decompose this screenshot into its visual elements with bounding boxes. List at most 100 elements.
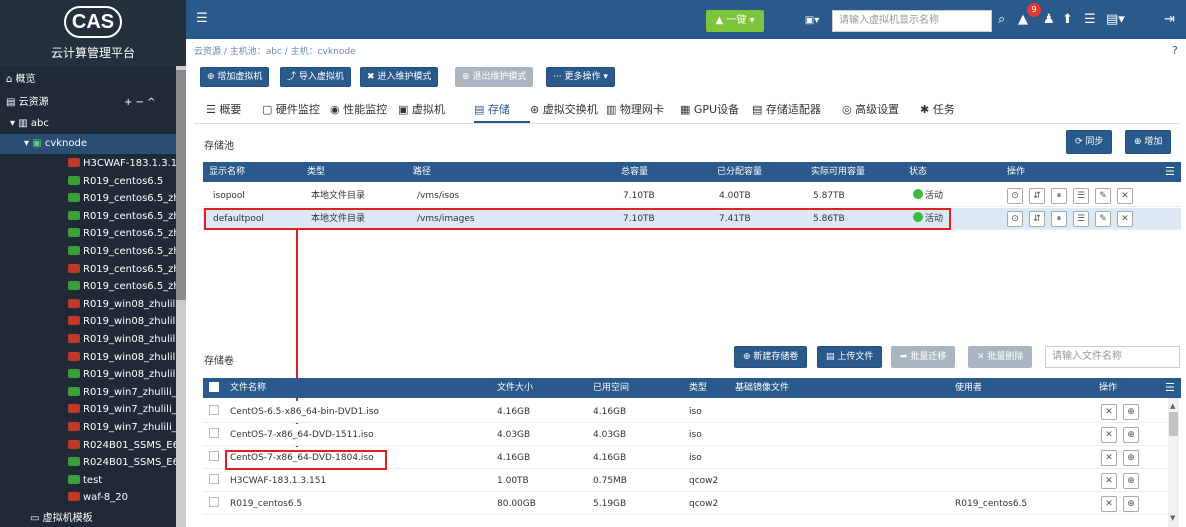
tab-list[interactable]: ☰ 概要 bbox=[206, 100, 241, 120]
migrate-icon[interactable]: ⇵ bbox=[1029, 211, 1045, 227]
col-total[interactable]: 总容量 bbox=[621, 162, 648, 182]
user-icon[interactable]: ♟ bbox=[1043, 10, 1055, 30]
sidebar-item-cloud-resources[interactable]: ▤ 云资源 + − ^ bbox=[0, 93, 176, 113]
sidebar-vm-item[interactable]: R019_win08_zhulili_1 bbox=[68, 313, 176, 330]
sidebar-vm-item[interactable]: R019_win08_zhulili_1 bbox=[68, 331, 176, 348]
row-checkbox[interactable] bbox=[209, 470, 219, 492]
download-icon[interactable]: ⊕ bbox=[1123, 473, 1139, 489]
tab-adapter[interactable]: ▤ 存储适配器 bbox=[752, 100, 821, 120]
volume-scroll-thumb[interactable] bbox=[1169, 412, 1178, 436]
column-menu-icon[interactable]: ☰ bbox=[1165, 162, 1175, 182]
sidebar-vm-item[interactable]: R019_win7_zhulili_10 bbox=[68, 401, 176, 418]
sidebar-vm-item[interactable]: R019_win08_zhulili_1 bbox=[68, 349, 176, 366]
enter-maintenance-button[interactable]: ✖ 进入维护模式 bbox=[360, 67, 439, 87]
list-icon[interactable]: ☰ bbox=[1084, 10, 1096, 30]
col-file-size[interactable]: 文件大小 bbox=[497, 378, 533, 398]
pause-icon[interactable]: ⏸ bbox=[1051, 211, 1067, 227]
migrate-icon[interactable]: ⇵ bbox=[1029, 188, 1045, 204]
tab-monitor[interactable]: ▢ 硬件监控 bbox=[262, 100, 320, 120]
delete-icon[interactable]: ✕ bbox=[1101, 496, 1117, 512]
column-menu-icon[interactable]: ☰ bbox=[1165, 378, 1175, 398]
pause-icon[interactable]: ⏸ bbox=[1051, 188, 1067, 204]
exit-maintenance-button[interactable]: ⊗ 退出维护模式 bbox=[455, 67, 534, 87]
scroll-up-icon[interactable]: ▲ bbox=[1170, 402, 1175, 410]
start-icon[interactable]: ⊙ bbox=[1007, 211, 1023, 227]
alert-icon[interactable]: ▲ bbox=[1018, 10, 1028, 30]
scroll-down-icon[interactable]: ▼ bbox=[1170, 514, 1175, 522]
sidebar-actions[interactable]: + − ^ bbox=[124, 93, 156, 113]
breadcrumb[interactable]: 云资源 / 主机池：abc / 主机：cvknode bbox=[194, 44, 356, 57]
sidebar-item-vm-templates[interactable]: ▭ 虚拟机模板 bbox=[0, 509, 176, 527]
batch-delete-button[interactable]: ✕ 批量删除 bbox=[968, 346, 1033, 368]
one-click-button[interactable]: ▲ 一键 ▾ bbox=[706, 10, 764, 32]
tab-switch[interactable]: ⊛ 虚拟交换机 bbox=[530, 100, 598, 120]
delete-icon[interactable]: ✕ bbox=[1101, 450, 1117, 466]
sidebar-vm-item[interactable]: R019_centos6.5_zhuli bbox=[68, 261, 176, 278]
row-checkbox[interactable] bbox=[209, 424, 219, 446]
upload-file-button[interactable]: ▤ 上传文件 bbox=[817, 346, 883, 368]
col-vol-type[interactable]: 类型 bbox=[689, 378, 707, 398]
tab-storage[interactable]: ▤ 存储 bbox=[474, 100, 510, 120]
sidebar-vm-item[interactable]: R019_centos6.5_zhuli bbox=[68, 278, 176, 295]
sidebar-vm-item[interactable]: R019_win7_zhulili_10 bbox=[68, 384, 176, 401]
table-row[interactable]: R019_centos6.5 80.00GB 5.19GB qcow2 R019_cen… bbox=[203, 493, 1167, 515]
edit-icon[interactable]: ✎ bbox=[1095, 188, 1111, 204]
download-icon[interactable]: ⊕ bbox=[1123, 427, 1139, 443]
expand-icon[interactable]: ▾ bbox=[10, 118, 18, 129]
sidebar-vm-item[interactable]: R019_win7_zhulili_10 bbox=[68, 419, 176, 436]
list-icon[interactable]: ☰ bbox=[1073, 188, 1089, 204]
sidebar-vm-item[interactable]: R019_centos6.5_zhuli bbox=[68, 225, 176, 242]
col-file-name[interactable]: 文件名称 bbox=[230, 378, 266, 398]
col-status[interactable]: 状态 bbox=[909, 162, 927, 182]
col-user[interactable]: 使用者 bbox=[955, 378, 982, 398]
add-vm-button[interactable]: ⊕ 增加虚拟机 bbox=[200, 67, 270, 87]
row-checkbox[interactable] bbox=[209, 401, 219, 423]
row-checkbox[interactable] bbox=[209, 493, 219, 515]
col-path[interactable]: 路径 bbox=[413, 162, 431, 182]
edit-icon[interactable]: ✎ bbox=[1095, 211, 1111, 227]
download-icon[interactable]: ⊕ bbox=[1123, 404, 1139, 420]
sidebar-vm-item[interactable]: R019_win08_zhulili_1 bbox=[68, 366, 176, 383]
select-all-checkbox[interactable] bbox=[209, 379, 219, 399]
table-row[interactable]: H3CWAF-183.1.3.151 1.00TB 0.75MB qcow2 ✕ ⊕ bbox=[203, 470, 1167, 492]
expand-icon[interactable]: ▾ bbox=[24, 138, 32, 149]
tab-task[interactable]: ✱ 任务 bbox=[920, 100, 955, 120]
sidebar-vm-item[interactable]: R019_centos6.5 bbox=[68, 173, 176, 190]
file-name-search-input[interactable]: 请输入文件名称 bbox=[1045, 346, 1180, 368]
table-row[interactable]: isopool 本地文件目录/vms/isos 7.10TB 4.00TB 5.87TB… bbox=[203, 185, 1181, 207]
more-operations-button[interactable]: ··· 更多操作 ▾ bbox=[546, 67, 615, 87]
col-available[interactable]: 实际可用容量 bbox=[811, 162, 865, 182]
sidebar-vm-item[interactable]: R019_centos6.5_zhuli bbox=[68, 208, 176, 225]
tab-vm[interactable]: ▣ 虚拟机 bbox=[398, 100, 445, 120]
delete-icon[interactable]: ✕ bbox=[1101, 473, 1117, 489]
delete-icon[interactable]: ✕ bbox=[1101, 404, 1117, 420]
sidebar-vm-item[interactable]: R019_centos6.5_zhuli bbox=[68, 190, 176, 207]
delete-icon[interactable]: ✕ bbox=[1101, 427, 1117, 443]
tab-gpu[interactable]: ▦ GPU设备 bbox=[680, 100, 739, 120]
new-volume-button[interactable]: ⊕ 新建存储卷 bbox=[734, 346, 808, 368]
col-display-name[interactable]: 显示名称 bbox=[209, 162, 245, 182]
col-base-image[interactable]: 基础镜像文件 bbox=[735, 378, 789, 398]
sidebar-vm-item[interactable]: test bbox=[68, 472, 176, 489]
sidebar-item-overview[interactable]: ⌂ 概览 bbox=[0, 70, 176, 90]
filter-dropdown[interactable]: ▣▾ bbox=[800, 10, 824, 32]
sidebar-vm-item[interactable]: R024B01_SSMS_E64 bbox=[68, 454, 176, 471]
tab-settings[interactable]: ◎ 高级设置 bbox=[842, 100, 899, 120]
menu-toggle-icon[interactable]: ☰ bbox=[196, 11, 208, 26]
upload-icon[interactable]: ⬆ bbox=[1062, 10, 1073, 30]
sidebar-item-host-pool[interactable]: ▾ ▥ abc bbox=[0, 114, 176, 134]
download-icon[interactable]: ⊕ bbox=[1123, 450, 1139, 466]
sidebar-vm-item[interactable]: R019_win08_zhulili_1 bbox=[68, 296, 176, 313]
sidebar-item-host[interactable]: ▾ ▣ cvknode bbox=[0, 134, 176, 154]
tab-nic[interactable]: ▥ 物理网卡 bbox=[606, 100, 664, 120]
list-icon[interactable]: ☰ bbox=[1073, 211, 1089, 227]
table-row[interactable]: CentOS-7-x86_64-DVD-1511.iso 4.03GB 4.03GB… bbox=[203, 424, 1167, 446]
sidebar-vm-item[interactable]: waf-8_20 bbox=[68, 489, 176, 506]
row-checkbox[interactable] bbox=[209, 447, 219, 469]
sidebar-vm-item[interactable]: R024B01_SSMS_E64 bbox=[68, 437, 176, 454]
help-icon[interactable]: ? bbox=[1172, 44, 1178, 57]
start-icon[interactable]: ⊙ bbox=[1007, 188, 1023, 204]
search-icon[interactable]: ⌕ bbox=[998, 10, 1005, 30]
delete-icon[interactable]: ✕ bbox=[1117, 211, 1133, 227]
batch-migrate-button[interactable]: ➦ 批量迁移 bbox=[891, 346, 956, 368]
